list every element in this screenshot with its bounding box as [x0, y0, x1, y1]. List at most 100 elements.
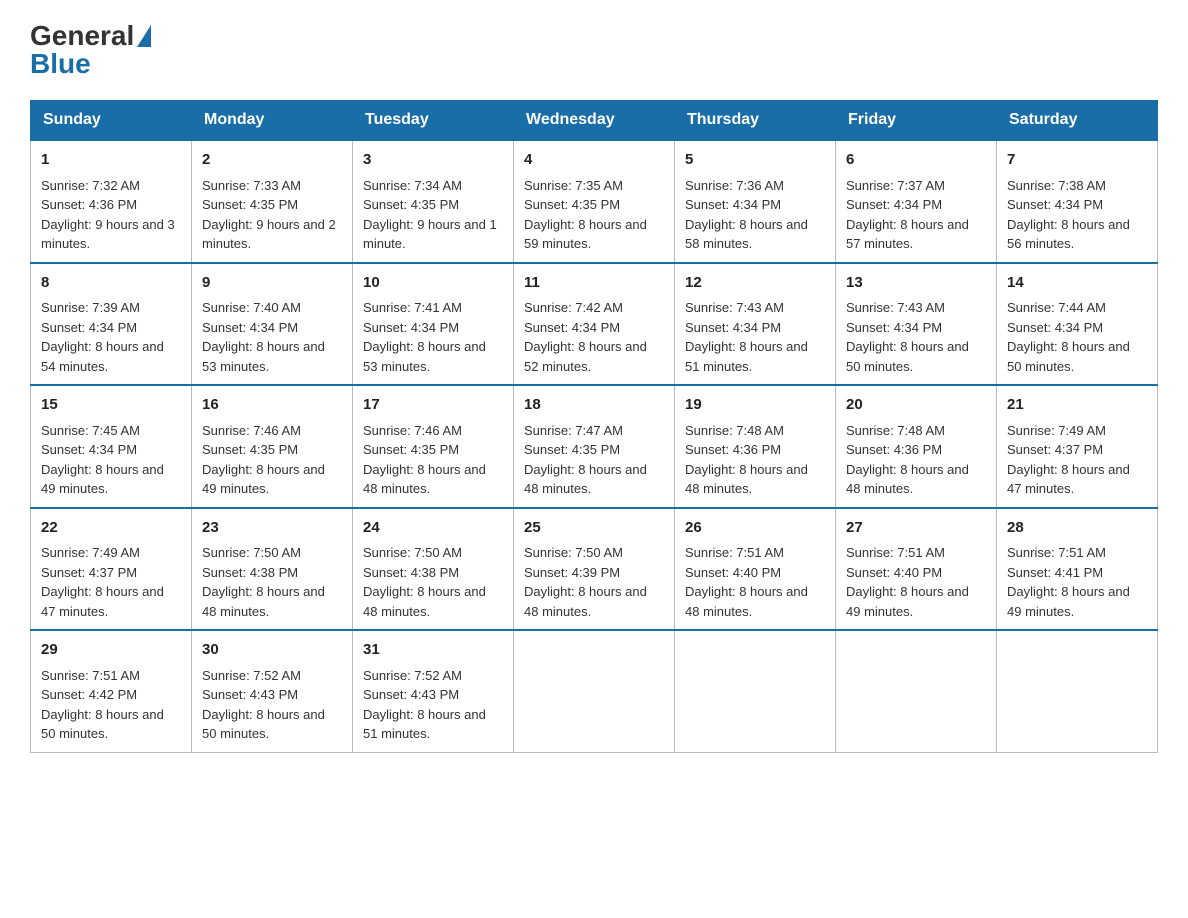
calendar-cell: 30 Sunrise: 7:52 AM Sunset: 4:43 PM Dayl…: [192, 630, 353, 752]
cell-content: 11 Sunrise: 7:42 AM Sunset: 4:34 PM Dayl…: [524, 272, 664, 377]
sunrise-label: Sunrise: 7:32 AM: [41, 178, 140, 193]
cell-content: 4 Sunrise: 7:35 AM Sunset: 4:35 PM Dayli…: [524, 149, 664, 254]
sunrise-label: Sunrise: 7:51 AM: [685, 545, 784, 560]
daylight-label: Daylight: 8 hours and 50 minutes.: [1007, 339, 1130, 374]
sunset-label: Sunset: 4:35 PM: [202, 442, 298, 457]
sunrise-label: Sunrise: 7:38 AM: [1007, 178, 1106, 193]
cell-content: 5 Sunrise: 7:36 AM Sunset: 4:34 PM Dayli…: [685, 149, 825, 254]
cell-content: 14 Sunrise: 7:44 AM Sunset: 4:34 PM Dayl…: [1007, 272, 1147, 377]
cell-content: 10 Sunrise: 7:41 AM Sunset: 4:34 PM Dayl…: [363, 272, 503, 377]
sunrise-label: Sunrise: 7:44 AM: [1007, 300, 1106, 315]
sunrise-label: Sunrise: 7:43 AM: [846, 300, 945, 315]
daylight-label: Daylight: 8 hours and 49 minutes.: [1007, 584, 1130, 619]
calendar-cell: 21 Sunrise: 7:49 AM Sunset: 4:37 PM Dayl…: [997, 385, 1158, 508]
daylight-label: Daylight: 8 hours and 50 minutes.: [41, 707, 164, 742]
calendar-cell: 28 Sunrise: 7:51 AM Sunset: 4:41 PM Dayl…: [997, 508, 1158, 631]
daylight-label: Daylight: 8 hours and 58 minutes.: [685, 217, 808, 252]
calendar-cell: 3 Sunrise: 7:34 AM Sunset: 4:35 PM Dayli…: [353, 140, 514, 263]
day-header-tuesday: Tuesday: [353, 101, 514, 141]
day-number: 19: [685, 394, 825, 417]
sunset-label: Sunset: 4:34 PM: [685, 320, 781, 335]
daylight-label: Daylight: 8 hours and 47 minutes.: [1007, 462, 1130, 497]
sunrise-label: Sunrise: 7:51 AM: [1007, 545, 1106, 560]
day-number: 4: [524, 149, 664, 172]
daylight-label: Daylight: 8 hours and 54 minutes.: [41, 339, 164, 374]
sunset-label: Sunset: 4:34 PM: [846, 320, 942, 335]
cell-content: 27 Sunrise: 7:51 AM Sunset: 4:40 PM Dayl…: [846, 517, 986, 622]
sunset-label: Sunset: 4:40 PM: [685, 565, 781, 580]
sunset-label: Sunset: 4:34 PM: [685, 197, 781, 212]
sunrise-label: Sunrise: 7:40 AM: [202, 300, 301, 315]
cell-content: 20 Sunrise: 7:48 AM Sunset: 4:36 PM Dayl…: [846, 394, 986, 499]
day-number: 15: [41, 394, 181, 417]
daylight-label: Daylight: 8 hours and 48 minutes.: [685, 462, 808, 497]
sunrise-label: Sunrise: 7:51 AM: [846, 545, 945, 560]
sunset-label: Sunset: 4:35 PM: [202, 197, 298, 212]
cell-content: 29 Sunrise: 7:51 AM Sunset: 4:42 PM Dayl…: [41, 639, 181, 744]
cell-content: 21 Sunrise: 7:49 AM Sunset: 4:37 PM Dayl…: [1007, 394, 1147, 499]
day-number: 7: [1007, 149, 1147, 172]
calendar-cell: 19 Sunrise: 7:48 AM Sunset: 4:36 PM Dayl…: [675, 385, 836, 508]
calendar-cell: [836, 630, 997, 752]
page-header: General Blue: [30, 20, 1158, 80]
calendar-cell: 17 Sunrise: 7:46 AM Sunset: 4:35 PM Dayl…: [353, 385, 514, 508]
daylight-label: Daylight: 8 hours and 48 minutes.: [846, 462, 969, 497]
sunset-label: Sunset: 4:34 PM: [1007, 197, 1103, 212]
calendar-cell: 15 Sunrise: 7:45 AM Sunset: 4:34 PM Dayl…: [31, 385, 192, 508]
sunset-label: Sunset: 4:39 PM: [524, 565, 620, 580]
daylight-label: Daylight: 8 hours and 53 minutes.: [363, 339, 486, 374]
sunrise-label: Sunrise: 7:43 AM: [685, 300, 784, 315]
cell-content: 16 Sunrise: 7:46 AM Sunset: 4:35 PM Dayl…: [202, 394, 342, 499]
sunrise-label: Sunrise: 7:45 AM: [41, 423, 140, 438]
cell-content: 19 Sunrise: 7:48 AM Sunset: 4:36 PM Dayl…: [685, 394, 825, 499]
sunset-label: Sunset: 4:34 PM: [524, 320, 620, 335]
calendar-cell: 29 Sunrise: 7:51 AM Sunset: 4:42 PM Dayl…: [31, 630, 192, 752]
day-number: 2: [202, 149, 342, 172]
cell-content: 8 Sunrise: 7:39 AM Sunset: 4:34 PM Dayli…: [41, 272, 181, 377]
sunrise-label: Sunrise: 7:36 AM: [685, 178, 784, 193]
day-header-thursday: Thursday: [675, 101, 836, 141]
day-number: 16: [202, 394, 342, 417]
cell-content: 3 Sunrise: 7:34 AM Sunset: 4:35 PM Dayli…: [363, 149, 503, 254]
sunrise-label: Sunrise: 7:48 AM: [685, 423, 784, 438]
calendar-cell: 20 Sunrise: 7:48 AM Sunset: 4:36 PM Dayl…: [836, 385, 997, 508]
sunrise-label: Sunrise: 7:33 AM: [202, 178, 301, 193]
cell-content: 30 Sunrise: 7:52 AM Sunset: 4:43 PM Dayl…: [202, 639, 342, 744]
day-number: 22: [41, 517, 181, 540]
daylight-label: Daylight: 8 hours and 57 minutes.: [846, 217, 969, 252]
cell-content: 15 Sunrise: 7:45 AM Sunset: 4:34 PM Dayl…: [41, 394, 181, 499]
day-number: 23: [202, 517, 342, 540]
calendar-cell: 8 Sunrise: 7:39 AM Sunset: 4:34 PM Dayli…: [31, 263, 192, 386]
day-number: 5: [685, 149, 825, 172]
daylight-label: Daylight: 8 hours and 51 minutes.: [363, 707, 486, 742]
day-header-wednesday: Wednesday: [514, 101, 675, 141]
calendar-cell: [997, 630, 1158, 752]
calendar-cell: 6 Sunrise: 7:37 AM Sunset: 4:34 PM Dayli…: [836, 140, 997, 263]
sunrise-label: Sunrise: 7:42 AM: [524, 300, 623, 315]
sunrise-label: Sunrise: 7:46 AM: [202, 423, 301, 438]
cell-content: 24 Sunrise: 7:50 AM Sunset: 4:38 PM Dayl…: [363, 517, 503, 622]
sunrise-label: Sunrise: 7:47 AM: [524, 423, 623, 438]
day-number: 20: [846, 394, 986, 417]
logo: General Blue: [30, 20, 154, 80]
calendar-cell: 13 Sunrise: 7:43 AM Sunset: 4:34 PM Dayl…: [836, 263, 997, 386]
sunrise-label: Sunrise: 7:50 AM: [202, 545, 301, 560]
sunrise-label: Sunrise: 7:49 AM: [41, 545, 140, 560]
calendar-cell: 22 Sunrise: 7:49 AM Sunset: 4:37 PM Dayl…: [31, 508, 192, 631]
calendar-table: SundayMondayTuesdayWednesdayThursdayFrid…: [30, 100, 1158, 753]
day-header-sunday: Sunday: [31, 101, 192, 141]
daylight-label: Daylight: 8 hours and 48 minutes.: [202, 584, 325, 619]
sunset-label: Sunset: 4:42 PM: [41, 687, 137, 702]
day-header-friday: Friday: [836, 101, 997, 141]
calendar-week-row: 22 Sunrise: 7:49 AM Sunset: 4:37 PM Dayl…: [31, 508, 1158, 631]
day-number: 11: [524, 272, 664, 295]
day-number: 13: [846, 272, 986, 295]
calendar-cell: 7 Sunrise: 7:38 AM Sunset: 4:34 PM Dayli…: [997, 140, 1158, 263]
sunset-label: Sunset: 4:43 PM: [202, 687, 298, 702]
calendar-cell: 14 Sunrise: 7:44 AM Sunset: 4:34 PM Dayl…: [997, 263, 1158, 386]
sunset-label: Sunset: 4:37 PM: [1007, 442, 1103, 457]
day-number: 12: [685, 272, 825, 295]
sunrise-label: Sunrise: 7:39 AM: [41, 300, 140, 315]
calendar-header-row: SundayMondayTuesdayWednesdayThursdayFrid…: [31, 101, 1158, 141]
daylight-label: Daylight: 8 hours and 48 minutes.: [524, 584, 647, 619]
